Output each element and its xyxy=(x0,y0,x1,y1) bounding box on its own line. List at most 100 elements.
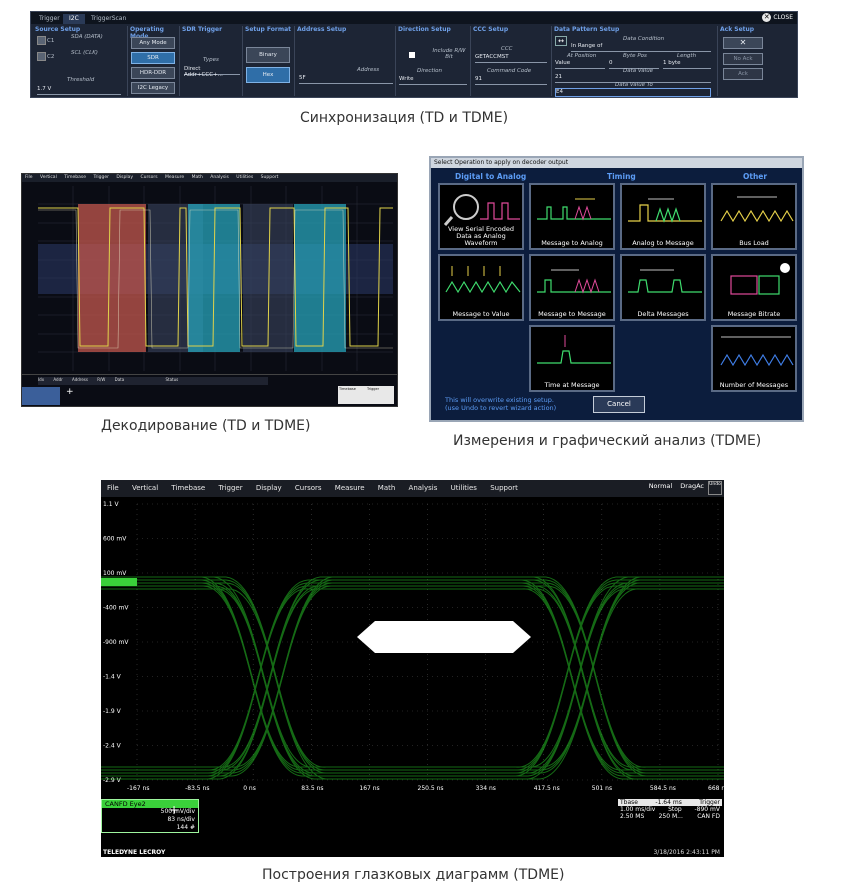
data-value-to-field[interactable]: E4 xyxy=(555,88,711,97)
channel-descriptor[interactable] xyxy=(22,387,60,405)
any-mode-button[interactable]: Any Mode xyxy=(131,37,175,49)
menu-item[interactable]: Trigger xyxy=(93,175,109,180)
sda-channel-chip[interactable] xyxy=(37,36,46,45)
tile-message-bitrate[interactable]: Message Bitrate xyxy=(711,254,797,321)
menu-item[interactable]: Display xyxy=(116,175,133,180)
eye-trace xyxy=(101,585,724,777)
x-tick-label: 417.5 ns xyxy=(534,785,560,792)
y-tick-label: -1.4 V xyxy=(103,674,122,681)
ack-button[interactable]: Ack xyxy=(723,68,763,80)
tile-number-of-messages[interactable]: Number of Messages xyxy=(711,325,797,392)
eye-trace xyxy=(101,576,724,768)
tb-row: 2.50 MS 250 M... CAN FD xyxy=(618,813,722,820)
menu-item[interactable]: Utilities xyxy=(451,484,477,492)
tile-message-to-message[interactable]: Message to Message xyxy=(529,254,615,321)
menu-item[interactable]: Timebase xyxy=(64,175,86,180)
cancel-button[interactable]: Cancel xyxy=(593,396,645,413)
i2c-legacy-button[interactable]: I2C Legacy xyxy=(131,82,175,94)
y-tick-label: 100 mV xyxy=(103,570,127,577)
y-tick-label: -400 mV xyxy=(103,605,129,612)
add-icon[interactable]: + xyxy=(66,387,74,397)
menu-item[interactable]: Vertical xyxy=(40,175,57,180)
tile-bus-load[interactable]: Bus Load xyxy=(711,183,797,250)
menu-item[interactable]: File xyxy=(107,484,119,492)
ccc-select[interactable]: GETACCMST xyxy=(475,54,547,63)
include-rw-checkbox[interactable] xyxy=(409,52,415,58)
menu-item[interactable]: Utilities xyxy=(236,175,253,180)
length-select[interactable]: 1 byte xyxy=(663,60,711,69)
scl-channel-chip[interactable] xyxy=(37,52,46,61)
tile-message-to-value[interactable]: Message to Value xyxy=(438,254,524,321)
add-icon[interactable]: + xyxy=(169,803,179,817)
hdr-ddr-button[interactable]: HDR-DDR xyxy=(131,67,175,79)
undo-button[interactable]: Undo xyxy=(708,481,722,495)
menu-item[interactable]: Timebase xyxy=(171,484,205,492)
trigger-mode-display[interactable]: Normal DragAc xyxy=(649,482,704,490)
teledyne-lecroy-logo: TELEDYNE LECROY xyxy=(103,849,166,856)
x-tick-label: 334 ns xyxy=(476,785,496,792)
menu-item[interactable]: Analysis xyxy=(210,175,229,180)
tile-delta-messages[interactable]: Delta Messages xyxy=(620,254,706,321)
binary-button[interactable]: Binary xyxy=(246,47,290,63)
caption-sync: Синхронизация (TD и TDME) xyxy=(300,110,509,126)
tb-row: 1.00 ms/div Stop -890 mV xyxy=(618,806,722,813)
col-header: R/W xyxy=(97,377,106,382)
tb-value: Stop xyxy=(668,806,682,813)
channel-descriptor-eye2[interactable]: CANFD Eye2 500 mV/div 83 ns/div 144 # xyxy=(101,799,199,833)
divider xyxy=(127,26,128,96)
section-title: Source Setup xyxy=(35,26,81,33)
menu-item[interactable]: Trigger xyxy=(218,484,242,492)
eye-mask xyxy=(357,621,531,653)
col-header: Addr xyxy=(53,377,63,382)
group-digital-to-analog: Digital to Analog xyxy=(455,172,527,181)
tab-trigger[interactable]: Trigger xyxy=(33,14,66,24)
menu-item[interactable]: Support xyxy=(490,484,518,492)
menu-item[interactable]: Math xyxy=(378,484,396,492)
menu-item[interactable]: Analysis xyxy=(409,484,438,492)
tbase-label: Tbase xyxy=(620,799,638,806)
menu-item[interactable]: Measure xyxy=(335,484,365,492)
data-condition-select[interactable]: In Range of xyxy=(571,43,711,52)
no-ack-button[interactable]: No Ack xyxy=(723,53,763,65)
tile-analog-to-message[interactable]: Analog to Message xyxy=(620,183,706,250)
timebase-trigger-panel[interactable]: Tbase -1.64 ms Trigger 1.00 ms/div Stop … xyxy=(618,799,722,825)
menu-item[interactable]: Math xyxy=(192,175,203,180)
command-code-field[interactable]: 91 xyxy=(475,76,547,85)
menu-item[interactable]: File xyxy=(25,175,33,180)
tile-time-at-message[interactable]: Time at Message xyxy=(529,325,615,392)
menu-item[interactable]: Display xyxy=(256,484,282,492)
x-tick-label: 83.5 ns xyxy=(301,785,323,792)
menu-item[interactable]: Measure xyxy=(165,175,184,180)
tab-i2c[interactable]: I2C xyxy=(63,14,85,24)
message-to-analog-icon xyxy=(537,198,611,221)
eye-trace xyxy=(101,582,724,774)
threshold-field[interactable]: 1.7 V xyxy=(37,86,121,95)
direction-select[interactable]: Write xyxy=(399,76,467,85)
close-button[interactable]: ✕ CLOSE xyxy=(762,13,793,22)
menu-item[interactable]: Cursors xyxy=(140,175,157,180)
x-tick-label: 250.5 ns xyxy=(418,785,444,792)
sda-channel: C1 xyxy=(47,38,55,44)
dont-care-ack-button[interactable]: ✕ xyxy=(723,37,763,49)
tile-view-as-analog[interactable]: View Serial Encoded Data as Analog Wavef… xyxy=(438,183,524,250)
address-field[interactable]: 5F xyxy=(299,75,393,84)
types-label: Types xyxy=(203,57,219,63)
timebase-panel[interactable]: Timebase Trigger xyxy=(338,386,394,404)
eye-trace xyxy=(101,588,724,780)
tile-message-to-analog[interactable]: Message to Analog xyxy=(529,183,615,250)
col-header: Status xyxy=(165,377,179,382)
menu-item[interactable]: Vertical xyxy=(132,484,158,492)
eye-trace xyxy=(101,585,724,777)
hex-button[interactable]: Hex xyxy=(246,67,290,83)
eye-trace xyxy=(101,588,724,780)
types-select[interactable]: Direct Addr+CCC+... xyxy=(184,66,240,78)
at-position-select[interactable]: Value xyxy=(555,60,605,69)
tab-triggerscan[interactable]: TriggerScan xyxy=(85,14,132,24)
sdr-button[interactable]: SDR xyxy=(131,52,175,64)
x-tick-label: 584.5 ns xyxy=(650,785,676,792)
menu-item[interactable]: Support xyxy=(261,175,279,180)
x-tick-label: -167 ns xyxy=(127,785,149,792)
menu-item[interactable]: Cursors xyxy=(295,484,322,492)
section-title: Address Setup xyxy=(297,26,347,33)
swap-arrows-icon[interactable]: ↔ xyxy=(555,36,567,46)
